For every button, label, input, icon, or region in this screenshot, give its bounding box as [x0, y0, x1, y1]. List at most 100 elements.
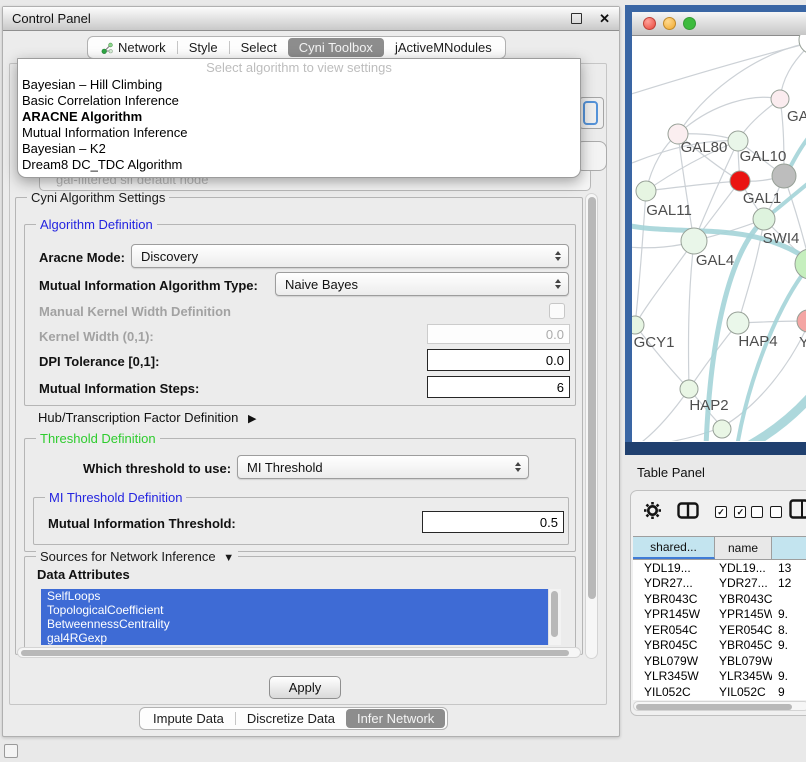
settings-vertical-scrollbar[interactable]: [585, 193, 598, 659]
network-node[interactable]: [799, 35, 806, 54]
algorithm-combo-spinner-fragment[interactable]: [579, 97, 604, 129]
hub-definition-toggle[interactable]: Hub/Transcription Factor Definition ▶: [38, 410, 256, 425]
column-header-cut[interactable]: [772, 537, 806, 559]
network-node[interactable]: [753, 208, 775, 230]
network-edge[interactable]: [635, 241, 694, 325]
algorithm-option[interactable]: Dream8 DC_TDC Algorithm: [18, 157, 580, 173]
mi-threshold-field[interactable]: 0.5: [422, 511, 564, 533]
tab-cyni-toolbox[interactable]: Cyni Toolbox: [288, 38, 384, 57]
network-node[interactable]: [632, 316, 644, 334]
table-horizontal-scrollbar[interactable]: [633, 701, 806, 711]
new-column-icon[interactable]: [789, 499, 806, 520]
table-row[interactable]: YBR043CYBR043C: [633, 591, 806, 607]
network-node[interactable]: [681, 228, 707, 254]
network-node[interactable]: [772, 164, 796, 188]
which-threshold-label: Which threshold to use:: [83, 461, 231, 476]
algorithm-definition-title: Algorithm Definition: [36, 217, 157, 232]
table-row[interactable]: YBR045CYBR045C9.: [633, 638, 806, 654]
algorithm-option[interactable]: Bayesian – Hill Climbing: [18, 77, 580, 93]
which-threshold-value: MI Threshold: [247, 460, 323, 475]
network-window-titlebar: [632, 12, 806, 36]
close-icon[interactable]: ✕: [599, 12, 610, 25]
network-node[interactable]: [771, 90, 789, 108]
network-canvas[interactable]: GALGAL80GAL10GAL1GAL11SWI4GAL4GCY1HAP4YH…: [632, 35, 806, 442]
table-row[interactable]: YLR345WYLR345W9.: [633, 669, 806, 685]
zoom-traffic-light[interactable]: [683, 17, 696, 30]
tab-infer-network[interactable]: Infer Network: [346, 709, 445, 728]
network-node[interactable]: [730, 171, 750, 191]
network-edge[interactable]: [646, 181, 740, 191]
data-attribute-item[interactable]: TopologicalCoefficient: [41, 603, 549, 617]
table-row[interactable]: YDR27...YDR27...12: [633, 576, 806, 592]
tab-network[interactable]: Network: [90, 38, 177, 57]
collapsed-panel-icon[interactable]: [4, 744, 18, 758]
apply-button[interactable]: Apply: [269, 676, 341, 699]
table-row[interactable]: YBL079WYBL079W: [633, 653, 806, 669]
which-threshold-combo[interactable]: MI Threshold: [237, 455, 529, 479]
data-attribute-item[interactable]: SelfLoops: [41, 589, 549, 603]
table-cell: YPR145W: [633, 607, 715, 621]
network-node[interactable]: [636, 181, 656, 201]
aracne-mode-value: Discovery: [141, 249, 198, 264]
table-body: YDL19...YDL19...13YDR27...YDR27...12YBR0…: [633, 560, 806, 700]
sources-group-title[interactable]: Sources for Network Inference ▼: [36, 549, 238, 564]
network-edge[interactable]: [694, 141, 738, 241]
dpi-tolerance-field[interactable]: 0.0: [427, 349, 570, 371]
mi-type-combo[interactable]: Naive Bayes: [275, 272, 569, 296]
table-cell: YER054C: [715, 623, 772, 637]
network-edge[interactable]: [635, 191, 646, 325]
network-node-label: HAP2: [689, 397, 728, 414]
column-header-name[interactable]: name: [715, 537, 772, 559]
expand-right-icon[interactable]: ▶: [248, 413, 256, 425]
collapse-down-icon[interactable]: ▼: [223, 552, 234, 564]
settings-horizontal-scrollbar[interactable]: [17, 647, 581, 658]
tab-select[interactable]: Select: [230, 38, 288, 57]
table-cell: YLR345W: [715, 669, 772, 683]
table-row[interactable]: YDL19...YDL19...13: [633, 560, 806, 576]
data-attribute-item[interactable]: BetweennessCentrality: [41, 617, 549, 631]
algorithm-option[interactable]: Mutual Information Inference: [18, 125, 580, 141]
close-traffic-light[interactable]: [643, 17, 656, 30]
network-edge[interactable]: [689, 241, 694, 389]
network-node[interactable]: [680, 380, 698, 398]
network-node[interactable]: [713, 420, 731, 438]
mi-steps-field[interactable]: 6: [427, 376, 570, 398]
algorithm-option[interactable]: Basic Correlation Inference: [18, 93, 580, 109]
network-node[interactable]: [727, 312, 749, 334]
algorithm-popup-items: Bayesian – Hill ClimbingBasic Correlatio…: [18, 77, 580, 173]
network-edge[interactable]: [678, 97, 780, 134]
tab-jactivemnodules[interactable]: jActiveMNodules: [384, 38, 503, 57]
table-row[interactable]: YPR145WYPR145W9.: [633, 607, 806, 623]
gear-icon[interactable]: [643, 501, 662, 520]
hub-definition-label: Hub/Transcription Factor Definition: [38, 410, 238, 425]
control-panel-tabbar: Network Style Select Cyni Toolbox jActiv…: [87, 36, 506, 59]
network-edge[interactable]: [632, 389, 689, 441]
table-cell: YBL079W: [633, 654, 715, 668]
tab-discretize-data[interactable]: Discretize Data: [236, 709, 346, 728]
mi-type-label: Mutual Information Algorithm Type:: [39, 278, 258, 293]
kernel-width-field[interactable]: 0.0: [427, 324, 570, 344]
aracne-mode-combo[interactable]: Discovery: [131, 244, 569, 268]
float-window-icon[interactable]: [571, 13, 582, 24]
manual-kernel-label: Manual Kernel Width Definition: [39, 304, 231, 319]
sources-title-label: Sources for Network Inference: [40, 549, 216, 564]
network-node-label: GAL80: [681, 139, 728, 156]
algorithm-option[interactable]: Bayesian – K2: [18, 141, 580, 157]
algorithm-option[interactable]: ARACNE Algorithm: [18, 109, 580, 125]
split-columns-icon[interactable]: [677, 502, 700, 520]
network-node[interactable]: [797, 310, 806, 332]
data-attribute-item[interactable]: gal4RGexp: [41, 631, 549, 645]
manual-kernel-checkbox[interactable]: [549, 303, 565, 319]
show-columns-icon[interactable]: ✓ ✓: [715, 506, 746, 524]
tab-style[interactable]: Style: [178, 38, 229, 57]
attributes-scrollbar[interactable]: [548, 589, 561, 645]
mi-type-value: Naive Bayes: [285, 277, 358, 292]
table-row[interactable]: YIL052CYIL052C9: [633, 684, 806, 700]
table-row[interactable]: YER054CYER054C8.: [633, 622, 806, 638]
hide-columns-icon[interactable]: [751, 506, 782, 524]
tab-impute-data[interactable]: Impute Data: [142, 709, 235, 728]
table-header: shared... name: [633, 537, 806, 560]
column-header-shared[interactable]: shared...: [633, 537, 715, 559]
table-cell: YDL19...: [715, 561, 772, 575]
minimize-traffic-light[interactable]: [663, 17, 676, 30]
